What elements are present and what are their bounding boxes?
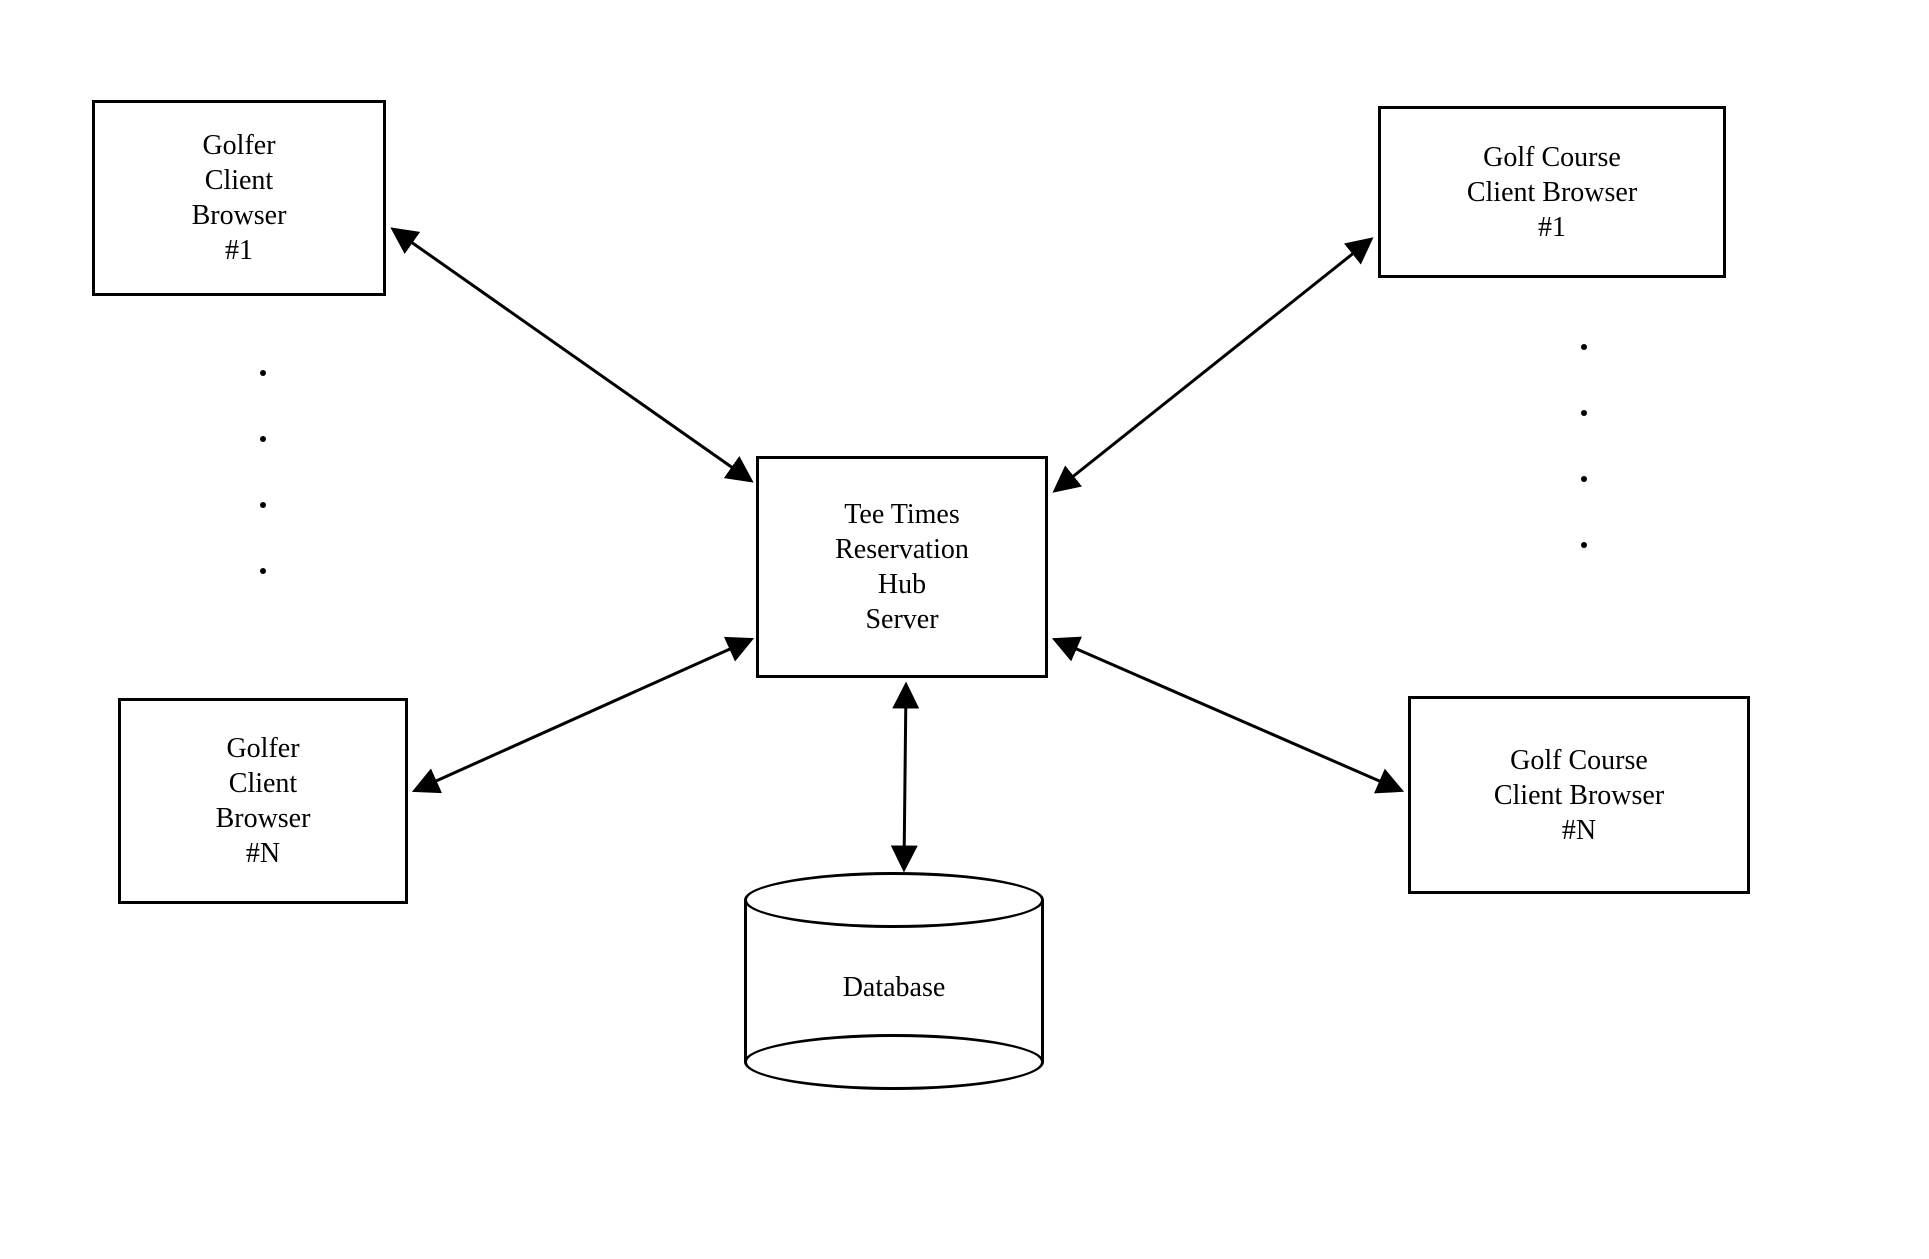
golfer-client-1-box: Golfer Client Browser #1 (92, 100, 386, 296)
dot (1581, 476, 1587, 482)
database-cylinder: Database (744, 872, 1044, 1090)
dot (1581, 542, 1587, 548)
dot (260, 568, 266, 574)
hub-server-box: Tee Times Reservation Hub Server (756, 456, 1048, 678)
dot (1581, 410, 1587, 416)
arrow-course1-hub (1056, 240, 1370, 490)
arrow-golfer1-hub (394, 230, 750, 480)
golfer-client-1-label: Golfer Client Browser #1 (192, 128, 287, 268)
arrow-hub-database (904, 686, 906, 868)
golfer-client-n-box: Golfer Client Browser #N (118, 698, 408, 904)
diagram-canvas: Golfer Client Browser #1 Golfer Client B… (0, 0, 1929, 1259)
hub-server-label: Tee Times Reservation Hub Server (835, 497, 969, 637)
left-ellipsis (260, 370, 266, 574)
dot (260, 370, 266, 376)
dot (1581, 344, 1587, 350)
golf-course-client-1-box: Golf Course Client Browser #1 (1378, 106, 1726, 278)
dot (260, 502, 266, 508)
database-label: Database (744, 972, 1044, 1004)
right-ellipsis (1581, 344, 1587, 548)
arrow-golfern-hub (416, 640, 750, 790)
golf-course-client-n-box: Golf Course Client Browser #N (1408, 696, 1750, 894)
golfer-client-n-label: Golfer Client Browser #N (216, 731, 311, 871)
arrow-coursen-hub (1056, 640, 1400, 790)
golf-course-client-n-label: Golf Course Client Browser #N (1494, 743, 1664, 848)
dot (260, 436, 266, 442)
golf-course-client-1-label: Golf Course Client Browser #1 (1467, 140, 1637, 245)
